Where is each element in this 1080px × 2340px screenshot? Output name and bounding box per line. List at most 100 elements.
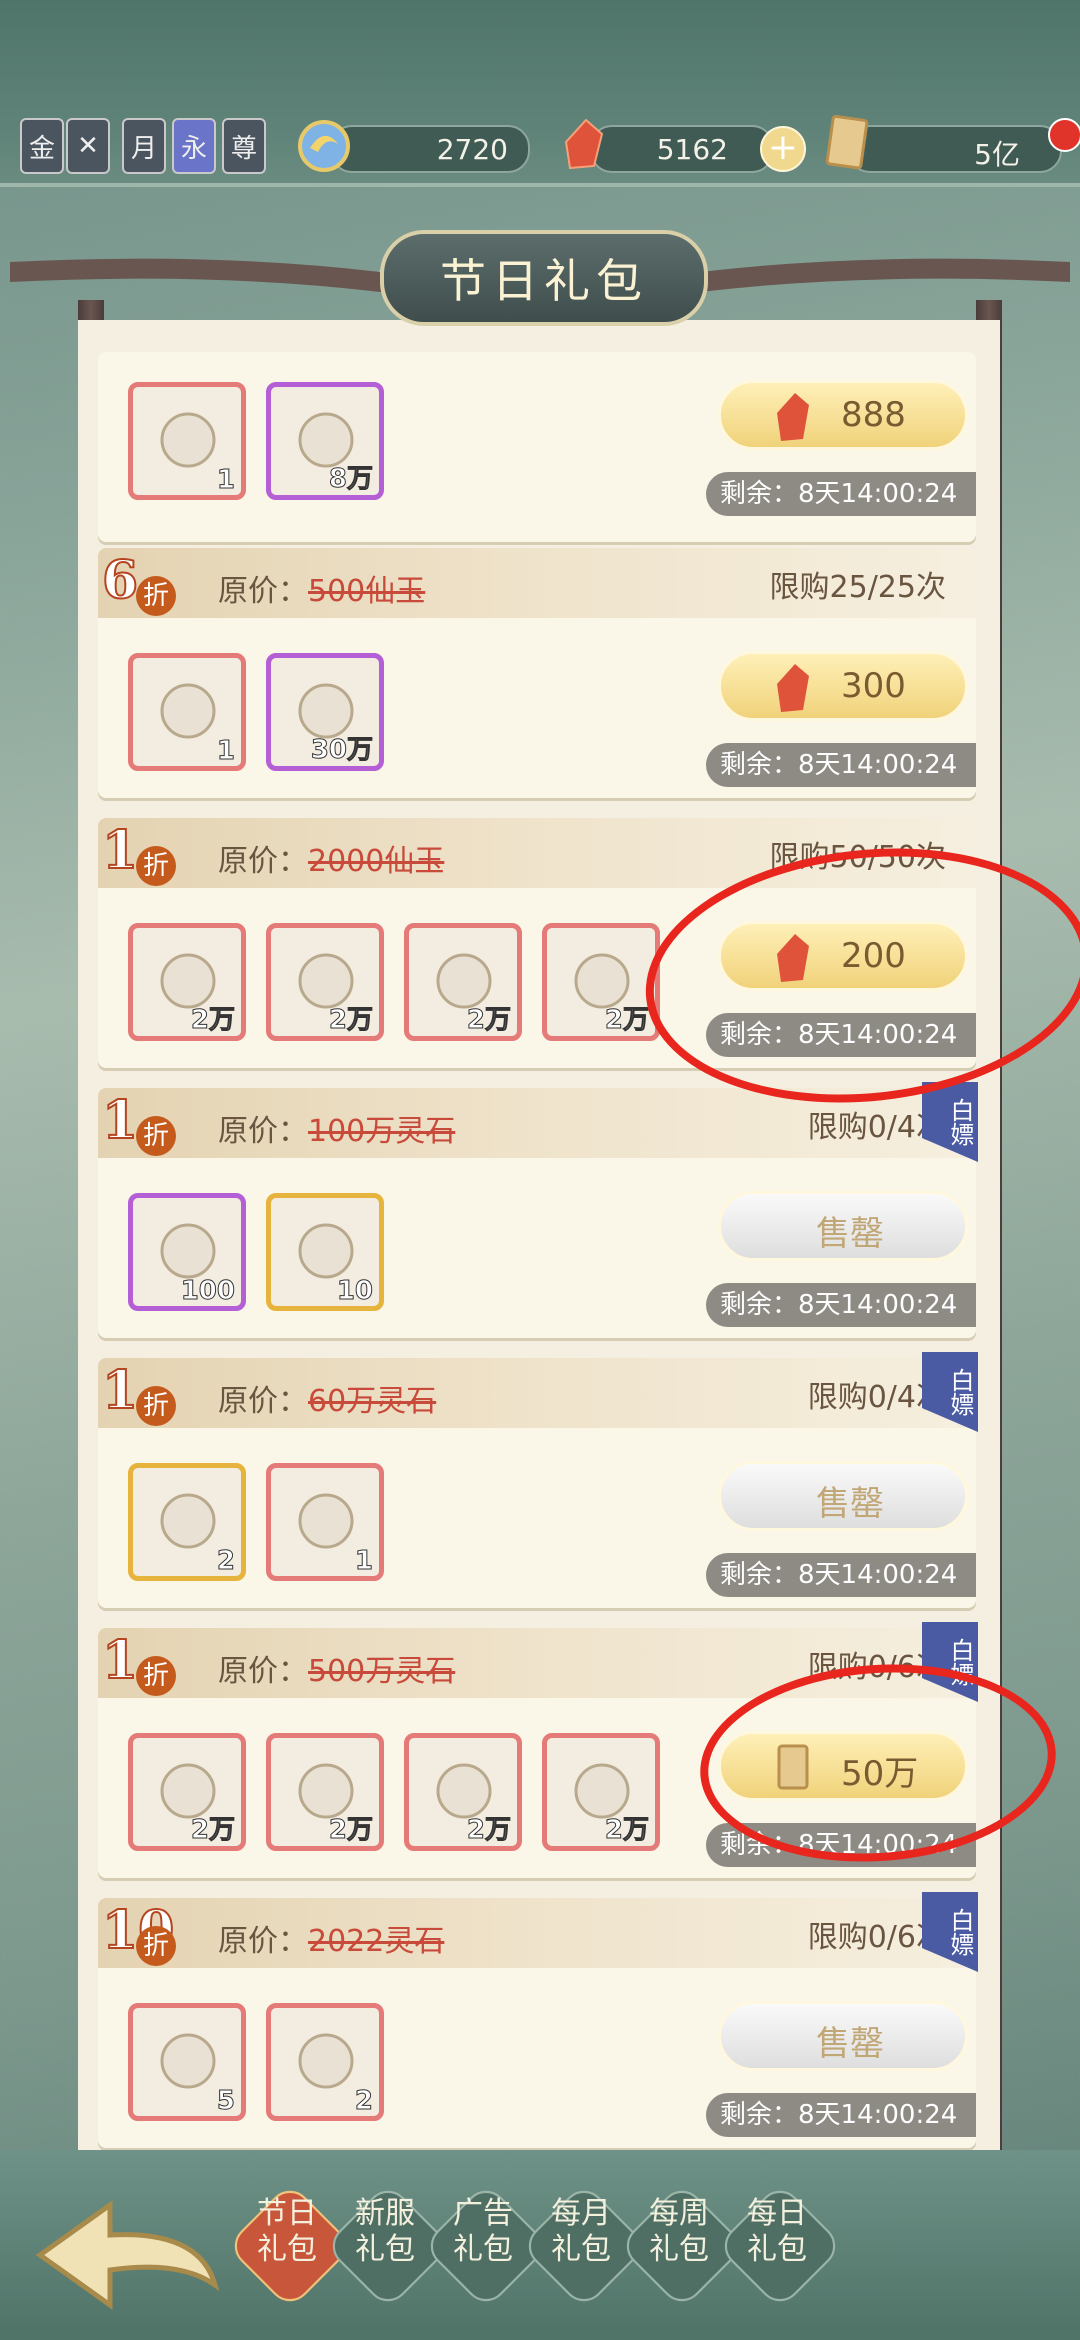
purchase-limit: 限购25/25次	[769, 570, 946, 605]
discount-suffix: 折	[136, 1926, 176, 1966]
crossed-icon: ✕	[77, 131, 99, 161]
reward-item[interactable]: 1	[128, 653, 246, 771]
discount-number: 1	[101, 1629, 139, 1692]
tab-6[interactable]: 每日 礼包	[712, 2178, 845, 2311]
badge-month-label: 月	[130, 133, 157, 164]
reward-item-quantity: 10	[336, 1276, 373, 1307]
currency-spirit-coin-value: 2720	[436, 133, 508, 166]
original-price-label: 原价：	[218, 1114, 308, 1149]
original-price: 原价：2000仙玉	[218, 836, 444, 880]
original-price: 原价：100万灵石	[218, 1106, 455, 1150]
remaining-time: 剩余：8天14:00:24	[706, 472, 976, 516]
sold-out-button[interactable]: 售罄	[718, 1461, 968, 1531]
badge-honor[interactable]: 尊	[222, 118, 266, 174]
discount-badge: 1折	[94, 1359, 194, 1430]
reward-item[interactable]: 2万	[266, 1733, 384, 1851]
reward-item[interactable]: 100	[128, 1193, 246, 1311]
reward-item-quantity: 2万	[466, 1005, 511, 1036]
reward-item-quantity: 8万	[328, 464, 373, 495]
original-price-label: 原价：	[218, 1654, 308, 1689]
reward-item-quantity: 100	[180, 1276, 235, 1307]
reward-item[interactable]: 30万	[266, 653, 384, 771]
discount-suffix: 折	[136, 1386, 176, 1426]
reward-item[interactable]: 10	[266, 1193, 384, 1311]
discount-badge: 1折	[94, 819, 194, 890]
tab-label: 每日 礼包	[747, 2196, 807, 2267]
reward-item[interactable]: 1	[128, 382, 246, 500]
reward-item[interactable]: 8万	[266, 382, 384, 500]
original-price: 原价：500仙玉	[218, 566, 425, 610]
price-value: 888	[841, 395, 906, 435]
badge-honor-label: 尊	[230, 133, 257, 164]
original-price-label: 原价：	[218, 574, 308, 609]
back-arrow-icon[interactable]	[30, 2190, 230, 2320]
reward-item-quantity: 2	[216, 1546, 235, 1577]
currency-spirit-coin: 2720	[330, 125, 530, 173]
original-price: 原价：2022灵石	[218, 1916, 444, 1960]
reward-item[interactable]: 2	[266, 2003, 384, 2121]
reward-item-icon	[160, 412, 216, 468]
reward-item-quantity: 2	[354, 2086, 373, 2117]
original-price-label: 原价：	[218, 1924, 308, 1959]
page-title: 节日礼包	[440, 254, 648, 308]
buy-button[interactable]: 300	[718, 651, 968, 721]
remaining-time: 剩余：8天14:00:24	[706, 743, 976, 787]
original-price-value: 500万灵石	[308, 1654, 456, 1689]
discount-suffix: 折	[136, 846, 176, 886]
reward-item-icon	[298, 2033, 354, 2089]
badge-forever[interactable]: 永	[172, 118, 216, 174]
original-price-value: 2022灵石	[308, 1924, 445, 1959]
spirit-stone-icon	[825, 114, 869, 170]
reward-item-icon	[160, 1493, 216, 1549]
reward-item-icon	[298, 1493, 354, 1549]
sold-out-button[interactable]: 售罄	[718, 2001, 968, 2071]
discount-badge: 1折	[94, 1089, 194, 1160]
reward-item[interactable]: 2	[128, 1463, 246, 1581]
discount-number: 1	[101, 819, 139, 882]
reward-item[interactable]: 2万	[404, 1733, 522, 1851]
badge-month[interactable]: 月	[122, 118, 166, 174]
badge-crossed[interactable]: ✕	[66, 118, 110, 174]
price-value: 售罄	[816, 2024, 884, 2064]
discount-suffix: 折	[136, 1656, 176, 1696]
spirit-coin-icon	[298, 120, 350, 172]
original-price-label: 原价：	[218, 1384, 308, 1419]
reward-item-quantity: 1	[216, 736, 235, 767]
notification-dot	[1048, 118, 1080, 152]
sold-out-button[interactable]: 售罄	[718, 1191, 968, 1261]
top-bar-divider	[0, 183, 1080, 187]
reward-item[interactable]: 2万	[128, 1733, 246, 1851]
jade-icon	[564, 118, 604, 170]
discount-number: 1	[101, 1359, 139, 1422]
reward-item[interactable]: 2万	[542, 1733, 660, 1851]
page-title-plate: 节日礼包	[380, 230, 708, 326]
gift-card: 1 折原价：60万灵石 限购0/4次 白嫖 2 1 售罄 剩余：8天14:00:24	[98, 1352, 978, 1608]
discount-badge: 1折	[94, 1629, 194, 1700]
reward-item[interactable]: 2万	[542, 923, 660, 1041]
reward-item-icon	[160, 683, 216, 739]
reward-item[interactable]: 1	[266, 1463, 384, 1581]
currency-spirit-stone-value: 5亿	[974, 138, 1020, 171]
original-price: 原价：60万灵石	[218, 1376, 436, 1420]
reward-item[interactable]: 2万	[128, 923, 246, 1041]
buy-button[interactable]: 888	[718, 380, 968, 450]
gift-card: 1 8万 888 剩余：8天14:00:24	[98, 352, 976, 542]
reward-item-icon	[160, 2033, 216, 2089]
reward-item[interactable]: 2万	[266, 923, 384, 1041]
reward-item-quantity: 2万	[328, 1815, 373, 1846]
add-jade-button[interactable]: +	[760, 126, 806, 172]
reward-item[interactable]: 5	[128, 2003, 246, 2121]
remaining-time: 剩余：8天14:00:24	[706, 1283, 976, 1327]
reward-item-quantity: 30万	[310, 735, 373, 766]
badge-gold[interactable]: 金	[20, 118, 64, 174]
discount-suffix: 折	[136, 576, 176, 616]
discount-number: 6	[101, 549, 139, 612]
discount-badge: 10 折	[94, 1899, 194, 1970]
price-value: 售罄	[816, 1484, 884, 1524]
price-value: 300	[841, 666, 906, 706]
original-price-label: 原价：	[218, 844, 308, 879]
reward-item[interactable]: 2万	[404, 923, 522, 1041]
remaining-time: 剩余：8天14:00:24	[706, 2093, 976, 2137]
discount-badge: 6折	[94, 549, 194, 620]
original-price-value: 2000仙玉	[308, 844, 445, 879]
